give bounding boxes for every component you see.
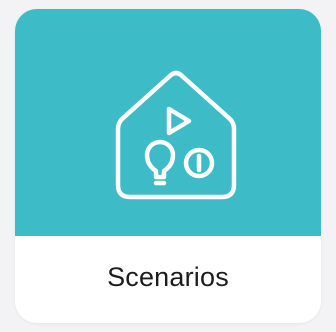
house-scenario-icon xyxy=(115,70,237,200)
tile-label-area: Scenarios xyxy=(15,236,321,323)
scenarios-tile[interactable]: Scenarios xyxy=(15,9,321,323)
tile-icon-area xyxy=(15,9,321,236)
tile-label: Scenarios xyxy=(107,261,229,292)
